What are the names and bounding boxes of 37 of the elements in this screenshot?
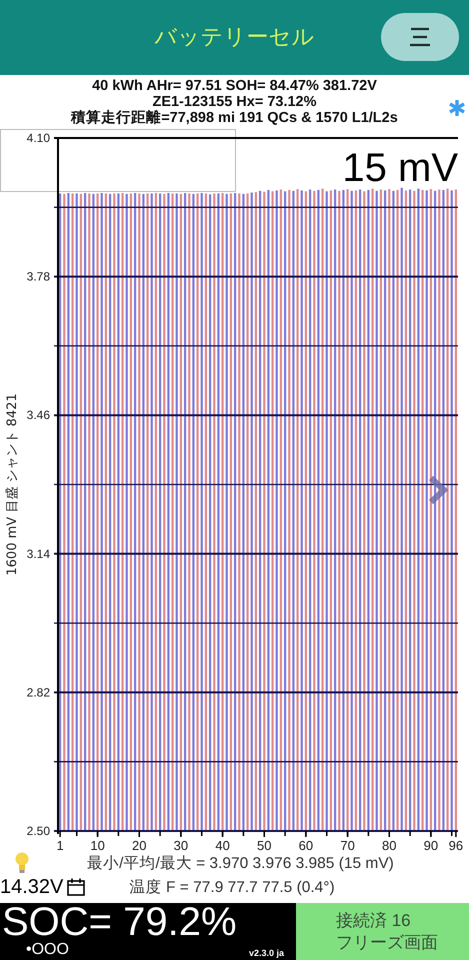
version-label: v2.3.0 ja — [248, 947, 284, 960]
x-tick-label: 50 — [257, 838, 272, 852]
y-tick-label: 2.50 — [26, 824, 50, 838]
y-tick-label: 3.78 — [26, 270, 50, 284]
y-axis-title: 1600 mV 目盛 シャント 8421 — [5, 394, 20, 576]
asterisk-icon — [448, 98, 466, 117]
y-tick-label: 2.82 — [26, 686, 50, 700]
lightbulb-icon — [14, 852, 30, 874]
x-tick-label: 70 — [340, 838, 355, 852]
chevron-right-icon — [428, 476, 448, 505]
aux-battery-voltage: 14.32V — [0, 877, 64, 898]
y-tick-label: 4.10 — [26, 131, 50, 146]
x-tick-label: 96 — [448, 838, 464, 852]
soc-reading: SOC= 79.2% — [1, 903, 238, 942]
y-tick-label: 3.46 — [26, 408, 50, 423]
x-tick-label: 10 — [90, 838, 105, 852]
page-title: バッテリーセル — [154, 24, 314, 52]
min-avg-max-text: 最小/平均/最大 = 3.970 3.976 3.985 (15 mV) — [86, 854, 395, 874]
summary-line: 積算走行距離=77,898 mi 191 QCs & 1570 L1/L2s — [71, 110, 398, 126]
x-tick-label: 80 — [382, 838, 396, 852]
x-tick-label: 40 — [215, 838, 230, 852]
page-indicator: •OOO — [25, 941, 69, 960]
spread-label: 15 mV — [342, 146, 458, 190]
y-tick-label: 3.14 — [26, 547, 50, 562]
x-tick-label: 30 — [174, 838, 188, 852]
freeze-screen-label: フリーズ画面 — [336, 932, 439, 954]
x-tick-label: 20 — [132, 838, 146, 852]
summary-line: ZE1-123155 Hx= 73.12% — [152, 94, 317, 110]
x-tick-label: 90 — [424, 838, 438, 852]
connection-status: 接続済 16 — [336, 910, 412, 932]
temperature-text: 温度 F = 77.9 77.7 77.5 (0.4°) — [128, 878, 336, 898]
menu-button[interactable] — [381, 13, 459, 62]
summary-line: 40 kWh AHr= 97.51 SOH= 84.47% 381.72V — [92, 78, 377, 94]
x-tick-label: 60 — [298, 838, 314, 852]
calendar-icon — [67, 878, 86, 896]
menu-icon — [409, 27, 431, 48]
x-tick-label: 1 — [56, 838, 64, 852]
